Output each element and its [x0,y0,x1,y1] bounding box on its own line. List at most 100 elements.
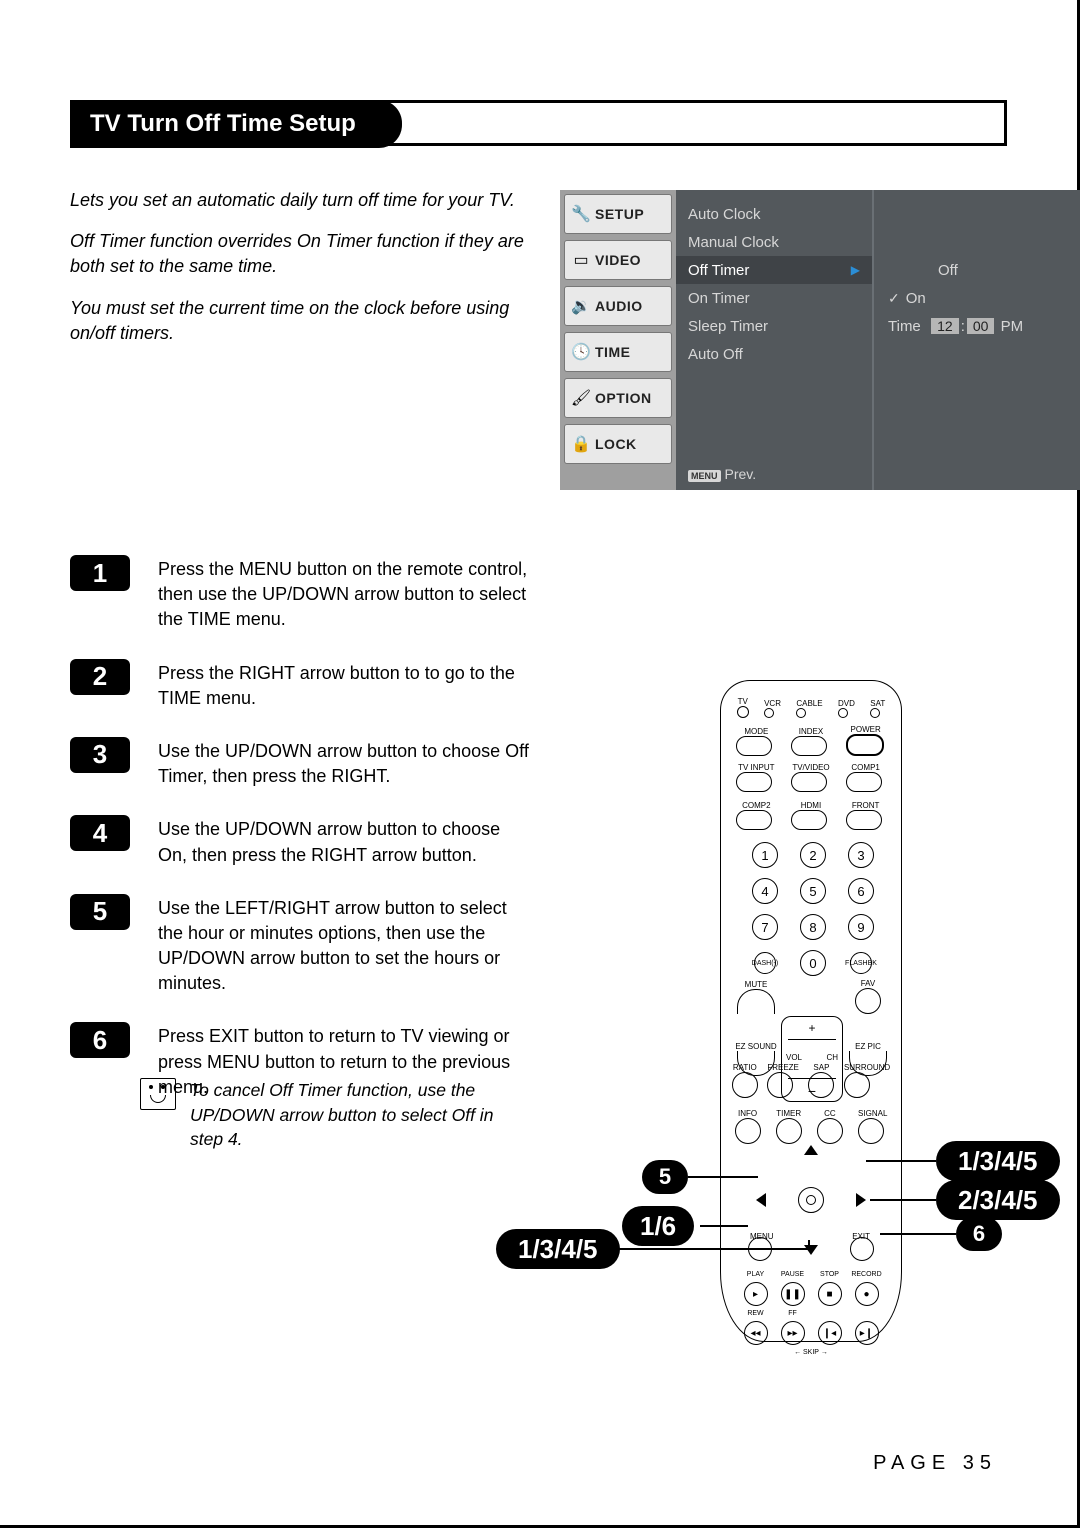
step-number: 5 [70,894,130,930]
btn-label-ff: FF [776,1310,810,1317]
led-icon [870,708,880,718]
osd-opt-on: ✓On [888,284,1066,312]
osd-tab-option: 🖌 OPTION [564,378,672,418]
manual-page: TV Turn Off Time Setup Lets you set an a… [0,0,1080,1528]
power-button [846,734,884,756]
stop-button: ■ [818,1282,842,1306]
step-4: 4 Use the UP/DOWN arrow button to choose… [70,815,530,867]
intro-p3: You must set the current time on the clo… [70,296,530,346]
remote-numpad: 1 2 3 4 5 6 7 8 9 DASH(-) 0 FLASHBK [745,839,881,979]
btn-label-rew: REW [739,1310,773,1317]
btn-label-cc: CC [817,1109,843,1118]
num-9-button: 9 [848,914,874,940]
step-number: 6 [70,1022,130,1058]
leader-line [618,1248,808,1250]
osd-item-off-timer: Off Timer ▶ [676,256,872,284]
num-1-button: 1 [752,842,778,868]
btn-label-hdmi: HDMI [791,801,831,810]
btn-label-record: RECORD [850,1271,884,1278]
step-5: 5 Use the LEFT/RIGHT arrow button to sel… [70,894,530,997]
btn-label-ratio: RATIO [732,1063,758,1072]
remote-row-info: INFO TIMER CC SIGNAL [721,1109,901,1144]
ff-button: ▸▸ [781,1321,805,1345]
osd-item-on-timer: On Timer [688,284,860,312]
leader-line [808,1240,810,1250]
osd-submenu: Auto Clock Manual Clock Off Timer ▶ On T… [676,190,872,490]
num-6-button: 6 [848,878,874,904]
step-1: 1 Press the MENU button on the remote co… [70,555,530,633]
info-button [735,1118,761,1144]
step-text: Use the LEFT/RIGHT arrow button to selec… [158,894,530,997]
osd-time-colon: : [961,318,965,335]
num-4-button: 4 [752,878,778,904]
comp2-button [736,810,772,830]
btn-label-info: INFO [735,1109,761,1118]
freeze-button [767,1072,793,1098]
osd-tab-label: TIME [595,344,630,360]
record-button: ● [855,1282,879,1306]
osd-time-row: Time 12 : 00 PM [888,312,1066,340]
callout-right: 2/3/4/5 [936,1180,1060,1220]
index-button [791,736,827,756]
remote-transport: PLAY PAUSE STOP RECORD ▸ ❚❚ ■ ● REW FF [721,1271,901,1356]
tip-text: To cancel Off Timer function, use the UP… [190,1078,500,1152]
btn-label-pause: PAUSE [776,1271,810,1278]
btn-label-index: INDEX [791,727,831,736]
step-text: Press the MENU button on the remote cont… [158,555,530,633]
btn-label-mode: MODE [736,727,776,736]
remote-dpad: MENU EXIT [756,1145,866,1255]
callout-up: 1/3/4/5 [936,1141,1060,1181]
num-5-button: 5 [800,878,826,904]
osd-time-ampm: PM [1001,318,1024,335]
num-3-button: 3 [848,842,874,868]
surround-button [844,1072,870,1098]
osd-tab-label: SETUP [595,206,644,222]
step-number: 4 [70,815,130,851]
rew-button: ◂◂ [744,1321,768,1345]
osd-tab-time: 🕓 TIME [564,332,672,372]
intro-text: Lets you set an automatic daily turn off… [70,188,530,346]
comp1-button [846,772,882,792]
osd-tab-label: LOCK [595,436,637,452]
remote-body: TV VCR CABLE DVD SAT MODE INDEX POWER TV… [720,680,902,1342]
sap-button [808,1072,834,1098]
btn-label-stop: STOP [813,1271,847,1278]
callout-menu: 1/6 [622,1206,694,1246]
btn-label-skip [813,1310,847,1317]
num-7-button: 7 [752,914,778,940]
dpad-center-button [798,1187,824,1213]
btn-label-fav: FAV [843,979,893,988]
flashbk-button: FLASHBK [850,952,872,974]
remote-row-ratio: RATIO FREEZE SAP SURROUND [721,1063,901,1098]
btn-label-skip [850,1310,884,1317]
step-text: Press the RIGHT arrow button to to go to… [158,659,530,711]
intro-p2: Off Timer function overrides On Timer fu… [70,229,530,279]
btn-label-ezpic: EZ PIC [843,1042,893,1051]
num-8-button: 8 [800,914,826,940]
osd-item-manual-clock: Manual Clock [688,228,860,256]
btn-label-tvvideo: TV/VIDEO [791,763,831,772]
osd-prev-hint: MENUPrev. [688,466,756,482]
btn-label-tvinput: TV INPUT [736,763,776,772]
osd-tab-video: ▭ VIDEO [564,240,672,280]
osd-detail: Off ✓On Time 12 : 00 PM [872,190,1080,490]
osd-time-minute: 00 [967,318,995,334]
btn-label-comp1: COMP1 [846,763,886,772]
leader-line [688,1176,758,1178]
callout-exit: 6 [956,1217,1002,1251]
step-3: 3 Use the UP/DOWN arrow button to choose… [70,737,530,789]
num-2-button: 2 [800,842,826,868]
leader-line [880,1233,956,1235]
btn-label-front: FRONT [846,801,886,810]
osd-time-label: Time [888,318,921,335]
screen-icon: ▭ [571,250,591,270]
rocker-vol-label: VOL [786,1053,802,1062]
remote-diagram: TV VCR CABLE DVD SAT MODE INDEX POWER TV… [720,680,902,1342]
mute-button [737,989,775,1014]
tvvideo-button [791,772,827,792]
remote-led-row: TV VCR CABLE DVD SAT [721,697,901,718]
page-number: PAGE 35 [873,1452,997,1475]
led-label-vcr: VCR [764,699,781,708]
btn-label-ezsound: EZ SOUND [731,1042,781,1051]
osd-tab-label: AUDIO [595,298,643,314]
